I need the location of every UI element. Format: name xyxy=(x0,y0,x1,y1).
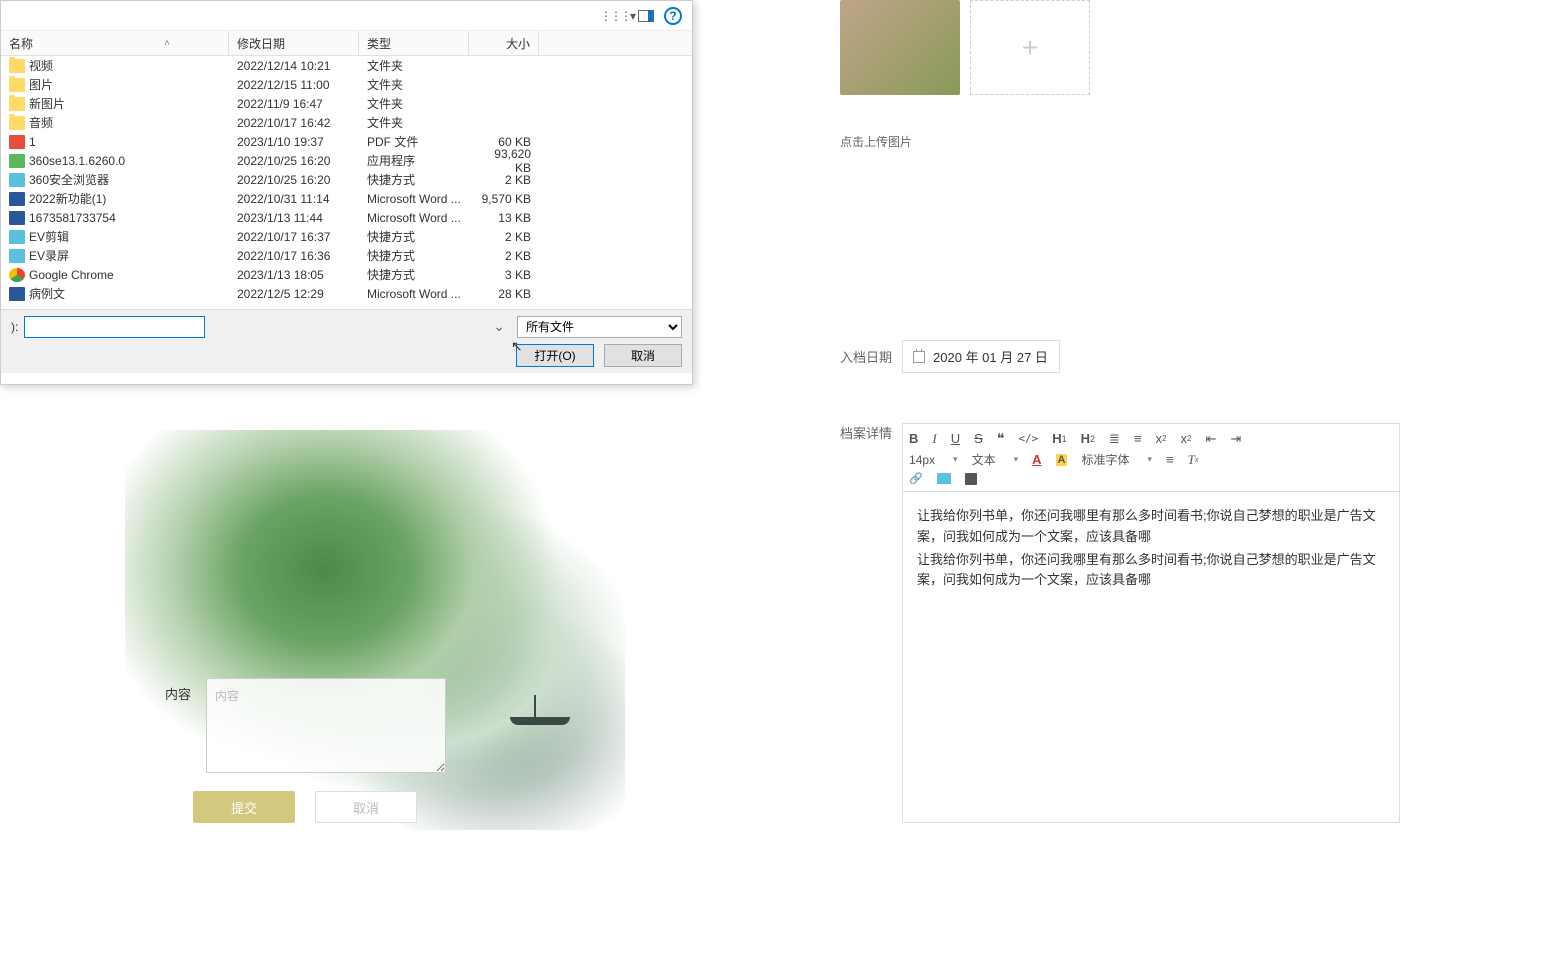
dialog-toolbar: ▾ ? xyxy=(1,1,692,31)
exe-icon xyxy=(9,154,25,168)
font-family-select[interactable]: 标准字体 xyxy=(1081,451,1152,468)
text-type-select[interactable]: 文本 xyxy=(972,451,1019,468)
indent-button[interactable] xyxy=(1230,431,1241,447)
file-name: 1 xyxy=(29,135,36,149)
col-header-date[interactable]: 修改日期 xyxy=(229,31,359,55)
file-name: 2022新功能(1) xyxy=(29,190,106,207)
unordered-list-button[interactable] xyxy=(1134,431,1142,446)
file-name: 360se13.1.6260.0 xyxy=(29,154,125,168)
chrome-icon xyxy=(9,268,25,282)
file-list[interactable]: 视频2022/12/14 10:21文件夹图片2022/12/15 11:00文… xyxy=(1,56,692,309)
plus-icon: + xyxy=(1022,32,1038,64)
file-name: EV录屏 xyxy=(29,247,69,264)
clear-format-button[interactable] xyxy=(1188,452,1199,468)
lnk-icon xyxy=(9,249,25,263)
image-upload-area: + xyxy=(840,0,1400,95)
cancel-form-button[interactable]: 取消 xyxy=(315,791,417,823)
upload-hint: 点击上传图片 xyxy=(840,133,1400,150)
filename-input[interactable] xyxy=(24,316,205,338)
image-button[interactable] xyxy=(937,473,951,484)
file-list-header: 名称˄ 修改日期 类型 大小 xyxy=(1,31,692,56)
view-mode-icon[interactable]: ▾ xyxy=(608,6,628,26)
file-type: Microsoft Word ... xyxy=(359,283,469,305)
file-row[interactable]: 病例文 2022/12/5 12:29Microsoft Word ...28 K… xyxy=(1,284,692,303)
date-label: 入档日期 xyxy=(840,347,892,366)
add-image-box[interactable]: + xyxy=(970,0,1090,95)
lnk-icon xyxy=(9,173,25,187)
ordered-list-button[interactable] xyxy=(1109,431,1120,447)
preview-pane-icon[interactable] xyxy=(636,6,656,26)
file-name: 1673581733754 xyxy=(29,211,116,225)
h2-button[interactable] xyxy=(1081,431,1095,446)
folder-icon xyxy=(9,78,25,92)
open-button[interactable]: 打开(O) xyxy=(516,344,594,367)
details-label: 档案详情 xyxy=(840,423,892,823)
details-row: 档案详情 B I U S xyxy=(840,423,1400,823)
date-value: 2020 年 01 月 27 日 xyxy=(933,347,1048,366)
date-input[interactable]: 2020 年 01 月 27 日 xyxy=(902,340,1060,373)
font-size-select[interactable]: 14px xyxy=(909,453,958,467)
folder-icon xyxy=(9,59,25,73)
bg-color-button[interactable]: A xyxy=(1056,454,1068,466)
col-header-name[interactable]: 名称˄ xyxy=(1,31,229,55)
editor-paragraph: 让我给你列书单，你还问我哪里有那么多时间看书;你说自己梦想的职业是广告文案，问我… xyxy=(917,550,1385,592)
file-row[interactable]: 音频2022/10/17 16:42文件夹 xyxy=(1,113,692,132)
file-size xyxy=(469,119,539,127)
doc-icon xyxy=(9,192,25,206)
save-button[interactable] xyxy=(965,473,977,485)
editor-toolbar: B I U S 14px 文本 xyxy=(903,424,1399,492)
editor-content[interactable]: 让我给你列书单，你还问我哪里有那么多时间看书;你说自己梦想的职业是广告文案，问我… xyxy=(903,492,1399,822)
content-label: 内容 xyxy=(165,678,191,703)
doc-icon xyxy=(9,211,25,225)
file-name: 病例文 xyxy=(29,285,65,302)
right-form-panel: + 点击上传图片 入档日期 2020 年 01 月 27 日 档案详情 B I … xyxy=(840,0,1400,823)
code-button[interactable] xyxy=(1018,432,1038,445)
link-button[interactable] xyxy=(909,472,923,485)
file-size xyxy=(469,100,539,108)
quote-button[interactable] xyxy=(997,430,1005,447)
help-icon[interactable]: ? xyxy=(664,7,682,25)
bold-button[interactable]: B xyxy=(909,431,918,446)
align-button[interactable] xyxy=(1166,452,1174,467)
file-size: 28 KB xyxy=(469,283,539,305)
calendar-icon xyxy=(913,351,925,363)
filename-label: ): xyxy=(11,320,18,334)
dialog-bottom: ): 所有文件 打开(O) 取消 xyxy=(1,309,692,373)
doc-icon xyxy=(9,287,25,301)
folder-icon xyxy=(9,116,25,130)
uploaded-image-thumb[interactable] xyxy=(840,0,960,95)
lnk-icon xyxy=(9,230,25,244)
superscript-button[interactable] xyxy=(1181,431,1192,446)
strike-button[interactable]: S xyxy=(974,431,983,446)
date-row: 入档日期 2020 年 01 月 27 日 xyxy=(840,340,1400,373)
underline-button[interactable]: U xyxy=(951,431,960,446)
file-open-dialog: ▾ ? 名称˄ 修改日期 类型 大小 视频2022/12/14 10:21文件夹… xyxy=(0,0,693,385)
subscript-button[interactable] xyxy=(1156,431,1167,446)
pdf-icon xyxy=(9,135,25,149)
file-row[interactable]: 12023/1/10 19:37PDF 文件60 KB xyxy=(1,132,692,151)
file-row[interactable]: EV录屏2022/10/17 16:36快捷方式2 KB xyxy=(1,246,692,265)
content-textarea[interactable] xyxy=(206,678,446,773)
file-size xyxy=(469,81,539,89)
italic-button[interactable]: I xyxy=(932,431,936,447)
text-color-button[interactable]: A xyxy=(1032,452,1041,467)
file-name: Google Chrome xyxy=(29,268,114,282)
h1-button[interactable] xyxy=(1052,431,1066,446)
watercolor-form: 内容 提交 取消 xyxy=(125,430,625,830)
rich-editor: B I U S 14px 文本 xyxy=(902,423,1400,823)
col-header-size[interactable]: 大小 xyxy=(469,31,539,55)
outdent-button[interactable] xyxy=(1205,431,1216,447)
col-header-type[interactable]: 类型 xyxy=(359,31,469,55)
editor-paragraph: 让我给你列书单，你还问我哪里有那么多时间看书;你说自己梦想的职业是广告文案，问我… xyxy=(917,506,1385,548)
file-date: 2022/12/5 12:29 xyxy=(229,283,359,305)
file-name: 音频 xyxy=(29,114,53,131)
folder-icon xyxy=(9,97,25,111)
cancel-button[interactable]: 取消 xyxy=(604,344,682,367)
file-size xyxy=(469,62,539,70)
filetype-select[interactable]: 所有文件 xyxy=(517,316,682,338)
file-row[interactable]: 2022新功能(1)2022/10/31 11:14Microsoft Word… xyxy=(1,189,692,208)
submit-button[interactable]: 提交 xyxy=(193,791,295,823)
